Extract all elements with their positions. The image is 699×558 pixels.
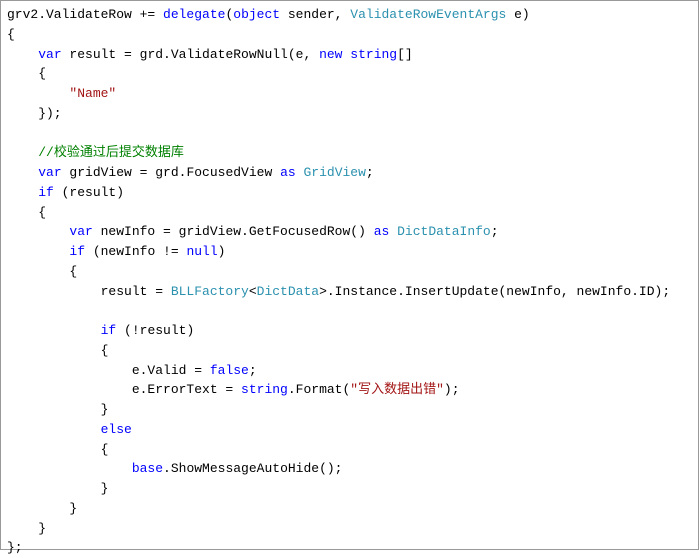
code-line: var gridView = grd.FocusedView as GridVi…	[7, 165, 374, 180]
code-line: };	[7, 540, 23, 555]
code-line: {	[7, 343, 108, 358]
code-line: else	[7, 422, 132, 437]
code-line: {	[7, 27, 15, 42]
code-line: {	[7, 264, 77, 279]
code-line: }	[7, 501, 77, 516]
code-line: {	[7, 66, 46, 81]
code-line: if (!result)	[7, 323, 194, 338]
code-line: grv2.ValidateRow += delegate(object send…	[7, 7, 530, 22]
code-line: }	[7, 402, 108, 417]
code-line: }	[7, 481, 108, 496]
code-line: if (newInfo != null)	[7, 244, 225, 259]
code-line: var newInfo = gridView.GetFocusedRow() a…	[7, 224, 499, 239]
code-line: });	[7, 106, 62, 121]
code-line: e.ErrorText = string.Format("写入数据出错");	[7, 382, 460, 397]
code-line: "Name"	[7, 86, 116, 101]
code-line: }	[7, 521, 46, 536]
code-line: e.Valid = false;	[7, 363, 257, 378]
code-line: if (result)	[7, 185, 124, 200]
code-line: {	[7, 205, 46, 220]
code-line: base.ShowMessageAutoHide();	[7, 461, 342, 476]
code-block: grv2.ValidateRow += delegate(object send…	[7, 5, 692, 558]
code-line: //校验通过后提交数据库	[7, 145, 184, 160]
code-line: var result = grd.ValidateRowNull(e, new …	[7, 47, 413, 62]
code-line: {	[7, 442, 108, 457]
code-line: result = BLLFactory<DictData>.Instance.I…	[7, 284, 670, 299]
